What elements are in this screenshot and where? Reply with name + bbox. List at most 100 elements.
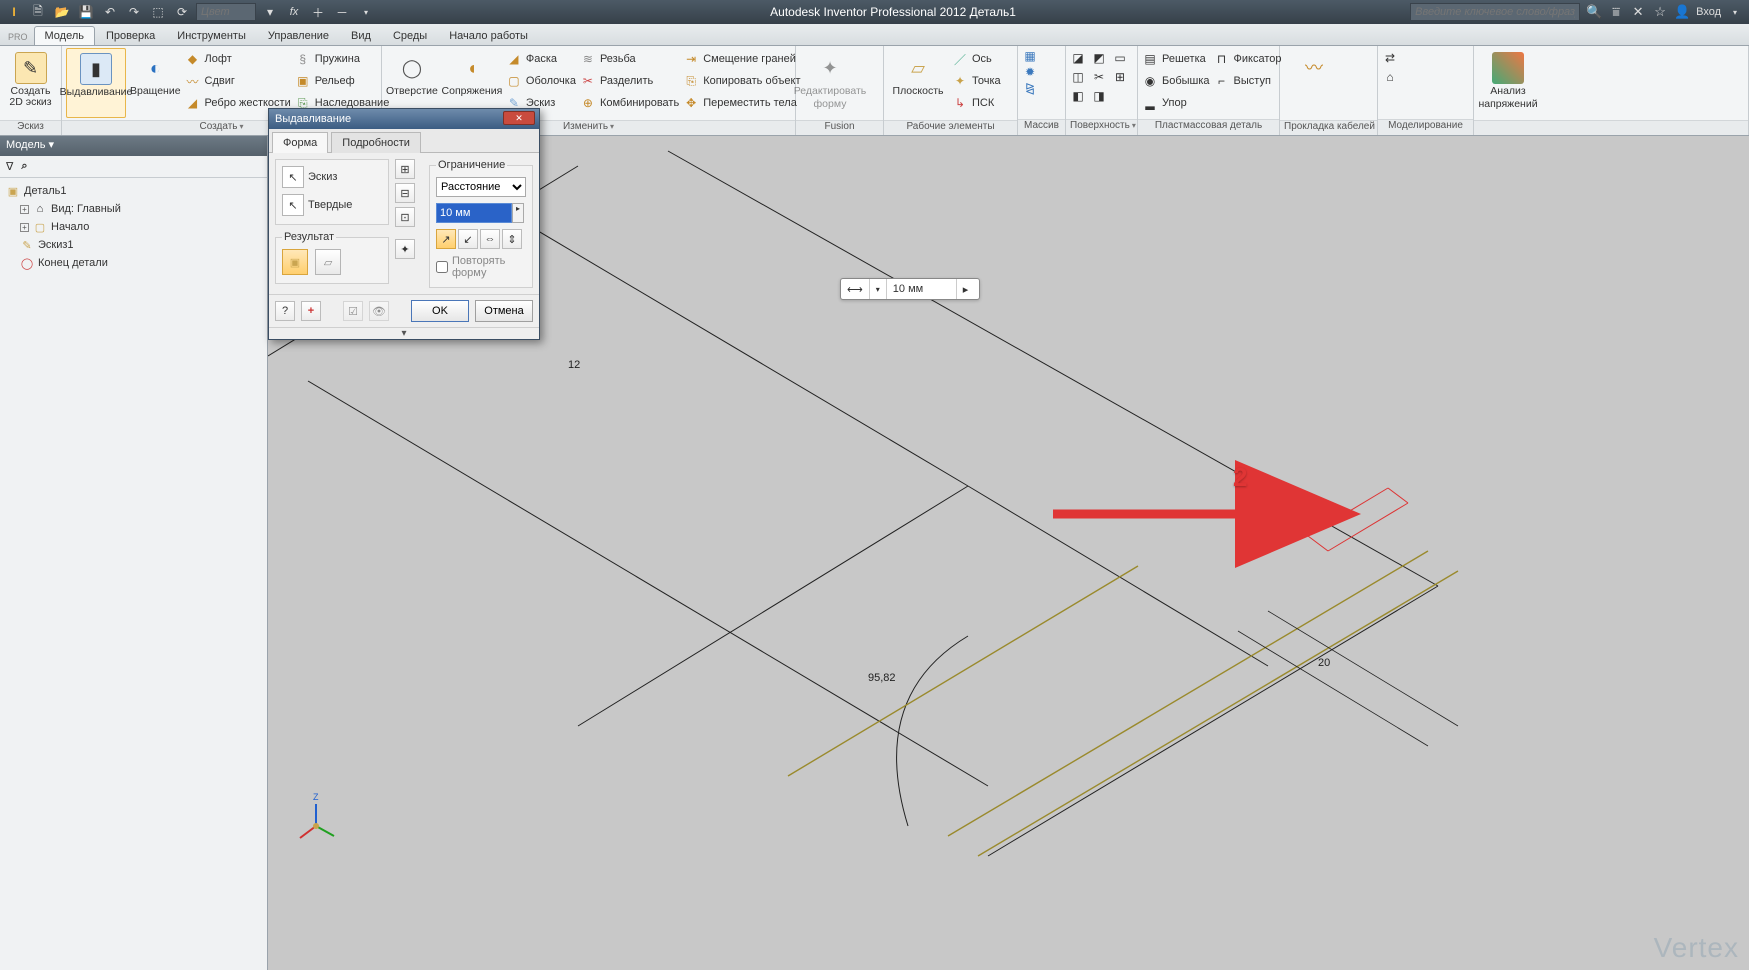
dialog-tab-shape[interactable]: Форма: [272, 132, 328, 153]
ucs-button[interactable]: ↳ПСК: [952, 92, 1001, 114]
tab-tools[interactable]: Инструменты: [166, 26, 257, 45]
bim-icon[interactable]: ⌂: [1382, 69, 1398, 85]
tree-end-of-part[interactable]: ◯Конец детали: [2, 254, 265, 272]
dim-drop-icon[interactable]: ▾: [870, 279, 887, 299]
direct-dimension-box[interactable]: ⟷ ▾ 10 мм ▸: [840, 278, 980, 300]
output-surface-button[interactable]: ▱: [315, 249, 341, 275]
select-profile-button[interactable]: ↖: [282, 166, 304, 188]
circ-pattern-icon[interactable]: ✹: [1022, 64, 1038, 80]
combine-button[interactable]: ⊕Комбинировать: [580, 92, 679, 114]
update-icon[interactable]: ⟳: [172, 2, 192, 22]
surf-icon-5[interactable]: ✂: [1091, 69, 1107, 85]
surf-icon-4[interactable]: ◫: [1070, 69, 1086, 85]
dim-measure-icon[interactable]: ⟷: [841, 279, 870, 299]
tab-environments[interactable]: Среды: [382, 26, 438, 45]
stress-analysis-button[interactable]: Анализнапряжений: [1478, 48, 1538, 118]
filter-icon[interactable]: ∇: [6, 160, 13, 173]
expand-icon[interactable]: +: [20, 205, 29, 214]
direction-2-button[interactable]: ↙: [458, 229, 478, 249]
snap-fit-button[interactable]: ⊓Фиксатор: [1214, 48, 1282, 70]
add-button[interactable]: +: [301, 301, 321, 321]
surf-icon-7[interactable]: ◧: [1070, 88, 1086, 104]
surf-icon-3[interactable]: ▭: [1112, 50, 1128, 66]
browser-title[interactable]: Модель ▾: [0, 136, 267, 156]
undo-icon[interactable]: ↶: [100, 2, 120, 22]
rect-pattern-icon[interactable]: ▦: [1022, 48, 1038, 64]
user-icon[interactable]: 👤: [1674, 4, 1690, 20]
plus-icon[interactable]: ＋: [308, 2, 328, 22]
tab-getstarted[interactable]: Начало работы: [438, 26, 539, 45]
extrude-button[interactable]: ▮ Выдавливание: [66, 48, 126, 118]
tree-view[interactable]: +⌂Вид: Главный: [2, 200, 265, 218]
harness-button[interactable]: 〰: [1284, 48, 1344, 118]
edit-form-button[interactable]: ✦Редактироватьформу: [800, 48, 860, 118]
direction-sym-button[interactable]: ⇔: [480, 229, 500, 249]
surf-icon-8[interactable]: ◨: [1091, 88, 1107, 104]
tree-sketch1[interactable]: ✎Эскиз1: [2, 236, 265, 254]
thread-button[interactable]: ≋Резьба: [580, 48, 679, 70]
direction-asym-button[interactable]: ⇕: [502, 229, 522, 249]
sweep-button[interactable]: 〰Сдвиг: [185, 70, 291, 92]
extents-select[interactable]: Расстояние: [436, 177, 526, 197]
find-icon[interactable]: ⌕: [21, 160, 27, 173]
tab-model[interactable]: Модель: [34, 26, 95, 45]
dialog-titlebar[interactable]: Выдавливание ✕: [269, 109, 539, 129]
dialog-close-button[interactable]: ✕: [503, 111, 535, 125]
dialog-expand-arrow[interactable]: ▾: [269, 327, 539, 339]
material-icon[interactable]: ▾: [260, 2, 280, 22]
check-button[interactable]: ☑: [343, 301, 363, 321]
surf-icon-6[interactable]: ⊞: [1112, 69, 1128, 85]
move-bodies-button[interactable]: ✥Переместить тела: [683, 92, 800, 114]
tab-view[interactable]: Вид: [340, 26, 382, 45]
axis-button[interactable]: ／Ось: [952, 48, 1001, 70]
boss-button[interactable]: ◉Бобышка: [1142, 70, 1210, 92]
search-icon[interactable]: 🔍: [1586, 4, 1602, 20]
coil-button[interactable]: §Пружина: [295, 48, 390, 70]
tab-manage[interactable]: Управление: [257, 26, 340, 45]
output-solid-button[interactable]: ▣: [282, 249, 308, 275]
favorite-icon[interactable]: ☆: [1652, 4, 1668, 20]
dim-value[interactable]: 10 мм: [887, 279, 957, 299]
bool-join-button[interactable]: ⊞: [395, 159, 415, 179]
minus-icon[interactable]: －: [332, 2, 352, 22]
new-icon[interactable]: 🗎: [28, 2, 48, 22]
create-2d-sketch-button[interactable]: ✎ Создать 2D эскиз: [4, 48, 57, 118]
loft-button[interactable]: ◆Лофт: [185, 48, 291, 70]
open-icon[interactable]: 📂: [52, 2, 72, 22]
surf-icon-1[interactable]: ◪: [1070, 50, 1086, 66]
emboss-button[interactable]: ▣Рельеф: [295, 70, 390, 92]
select-icon[interactable]: ⬚: [148, 2, 168, 22]
bool-intersect-button[interactable]: ⊡: [395, 207, 415, 227]
bool-cut-button[interactable]: ⊟: [395, 183, 415, 203]
help-button[interactable]: ?: [275, 301, 295, 321]
split-button[interactable]: ✂Разделить: [580, 70, 679, 92]
select-solids-button[interactable]: ↖: [282, 194, 304, 216]
lip-button[interactable]: ⌐Выступ: [1214, 70, 1282, 92]
exchange-icon[interactable]: ✕: [1630, 4, 1646, 20]
revolve-button[interactable]: ◐ Вращение: [130, 48, 181, 118]
color-override-input[interactable]: [196, 3, 256, 21]
help-drop-icon[interactable]: ▾: [1727, 4, 1743, 20]
redo-icon[interactable]: ↷: [124, 2, 144, 22]
communication-icon[interactable]: ⩸: [1608, 4, 1624, 20]
tree-origin[interactable]: +▢Начало: [2, 218, 265, 236]
grille-button[interactable]: ▤Решетка: [1142, 48, 1210, 70]
dialog-tab-more[interactable]: Подробности: [331, 132, 421, 153]
point-button[interactable]: ✦Точка: [952, 70, 1001, 92]
move-face-button[interactable]: ⇥Смещение граней: [683, 48, 800, 70]
bool-newsolid-button[interactable]: ✦: [395, 239, 415, 259]
preview-button[interactable]: 👁: [369, 301, 389, 321]
distance-spinner[interactable]: ▸: [512, 203, 524, 223]
ok-button[interactable]: OK: [411, 300, 469, 322]
mirror-icon[interactable]: ⧎: [1022, 80, 1038, 96]
repeat-shape-check[interactable]: Повторять форму: [436, 255, 526, 279]
rest-button[interactable]: ▂Упор: [1142, 92, 1210, 114]
fx-icon[interactable]: fx: [284, 2, 304, 22]
qat-drop-icon[interactable]: ▾: [356, 2, 376, 22]
cancel-button[interactable]: Отмена: [475, 300, 533, 322]
copy-object-button[interactable]: ⎘Копировать объект: [683, 70, 800, 92]
shell-button[interactable]: ▢Оболочка: [506, 70, 576, 92]
expand-icon[interactable]: +: [20, 223, 29, 232]
save-icon[interactable]: 💾: [76, 2, 96, 22]
plane-button[interactable]: ▱Плоскость: [888, 48, 948, 118]
